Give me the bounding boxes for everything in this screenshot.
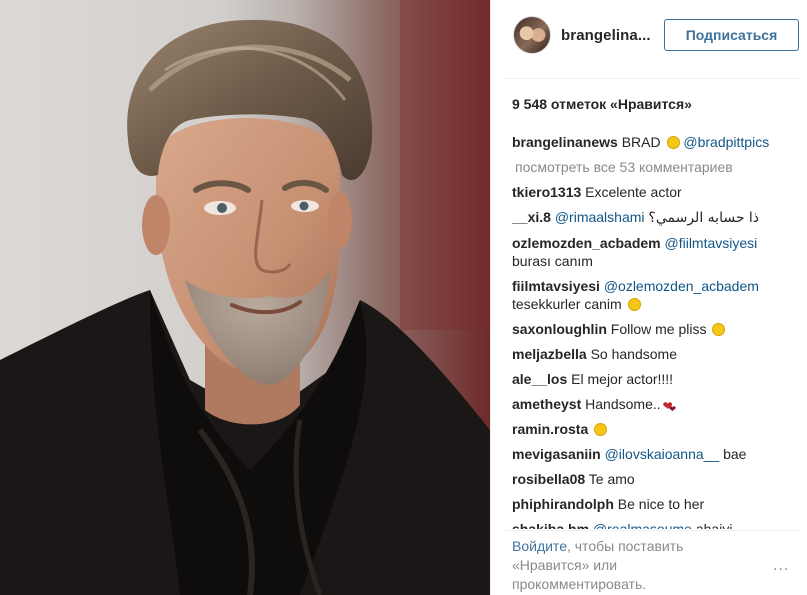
comment-item: phiphirandolph Be nice to her — [512, 495, 802, 513]
comment-text: ahaiyi — [695, 521, 733, 529]
comment-username[interactable]: ale__los — [512, 371, 567, 387]
comment-username[interactable]: phiphirandolph — [512, 496, 614, 512]
comment-username[interactable]: __xi.8 — [512, 209, 551, 225]
header-divider — [505, 78, 801, 79]
login-prompt: Войдите, чтобы поставить «Нравится» или … — [512, 537, 732, 594]
comment-username[interactable]: ametheyst — [512, 396, 581, 412]
smiling-emoji-icon — [594, 423, 608, 436]
grinning-emoji-icon — [627, 298, 641, 311]
comment-item: meljazbella So handsome — [512, 345, 802, 363]
comment-username[interactable]: ramin.rosta — [512, 421, 588, 437]
comment-mention[interactable]: @fiilmtavsiyesi — [665, 235, 758, 251]
comment-item: saxonloughlin Follow me pliss — [512, 320, 802, 338]
persevering-emoji-icon — [712, 323, 726, 336]
login-link[interactable]: Войдите — [512, 538, 567, 554]
comment-text: El mejor actor!!!! — [571, 371, 674, 387]
comment-mention[interactable]: @realmasoume — [593, 521, 692, 529]
comment-mention[interactable]: @bradpittpics — [683, 134, 769, 150]
heart-eyes-emoji-icon — [666, 136, 680, 149]
comment-item: rosibella08 Te amo — [512, 470, 802, 488]
comment-text: tesekkurler canim — [512, 296, 622, 312]
comment-item: ametheyst Handsome.. — [512, 395, 802, 418]
comment-item: fiilmtavsiyesi @ozlemozden_acbadem tesek… — [512, 277, 802, 313]
comment-item: mevigasaniin @ilovskaioanna__ bae — [512, 445, 802, 463]
login-prompt-text: прокомментировать. — [512, 576, 647, 592]
author-avatar[interactable] — [513, 16, 551, 54]
comment-text: So handsome — [590, 346, 677, 362]
two-hearts-emoji-icon — [663, 397, 677, 418]
likes-count: 9 548 отметок «Нравится» — [512, 96, 692, 112]
comment-text: ذا حسابه الرسمي؟ — [648, 210, 760, 226]
comment-text: Be nice to her — [617, 496, 705, 512]
comment-username[interactable]: saxonloughlin — [512, 321, 607, 337]
comment-username[interactable]: tkiero1313 — [512, 184, 581, 200]
comment-text: BRAD — [621, 134, 661, 150]
comment-mention[interactable]: @ozlemozden_acbadem — [604, 278, 759, 294]
comment-text: burası canım — [512, 253, 593, 269]
portrait-image — [0, 0, 490, 595]
comment-item: ale__los El mejor actor!!!! — [512, 370, 802, 388]
post-header: brangelina... Подписаться — [491, 0, 807, 78]
follow-button[interactable]: Подписаться — [664, 19, 799, 51]
view-all-comments-link[interactable]: посмотреть все 53 комментариев — [515, 158, 802, 176]
comment-mention[interactable]: @rimaalshami — [555, 209, 645, 225]
author-username[interactable]: brangelina... — [561, 27, 651, 44]
footer-divider — [505, 530, 801, 531]
caption: brangelinanews BRAD @bradpittpics — [512, 133, 802, 151]
comment-username[interactable]: shakiba.hm — [512, 521, 589, 529]
comment-text: Te amo — [588, 471, 635, 487]
comment-username[interactable]: meljazbella — [512, 346, 587, 362]
login-prompt-text: «Нравится» или — [512, 557, 618, 573]
comment-username[interactable]: rosibella08 — [512, 471, 585, 487]
comment-item: tkiero1313 Excelente actor — [512, 183, 802, 201]
comment-text: Handsome.. — [585, 396, 661, 412]
comment-text: Follow me pliss — [610, 321, 707, 337]
comment-username[interactable]: ozlemozden_acbadem — [512, 235, 661, 251]
comment-text: bae — [723, 446, 747, 462]
comment-item: ozlemozden_acbadem @fiilmtavsiyesi buras… — [512, 234, 802, 270]
comment-item: shakiba.hm @realmasoume ahaiyi — [512, 520, 802, 529]
comment-item: ramin.rosta — [512, 420, 802, 438]
login-prompt-text: , чтобы поставить — [566, 538, 684, 554]
post-photo[interactable] — [0, 0, 490, 595]
post-side-panel: brangelina... Подписаться 9 548 отметок … — [490, 0, 807, 595]
more-options-icon[interactable]: ... — [773, 557, 789, 575]
comment-username[interactable]: fiilmtavsiyesi — [512, 278, 600, 294]
comment-item: __xi.8 @rimaalshami ذا حسابه الرسمي؟ — [512, 208, 802, 227]
comment-mention[interactable]: @ilovskaioanna__ — [605, 446, 720, 462]
comments-list[interactable]: brangelinanews BRAD @bradpittpics посмот… — [512, 133, 802, 529]
comment-text: Excelente actor — [585, 184, 682, 200]
comment-username[interactable]: brangelinanews — [512, 134, 618, 150]
comment-username[interactable]: mevigasaniin — [512, 446, 601, 462]
